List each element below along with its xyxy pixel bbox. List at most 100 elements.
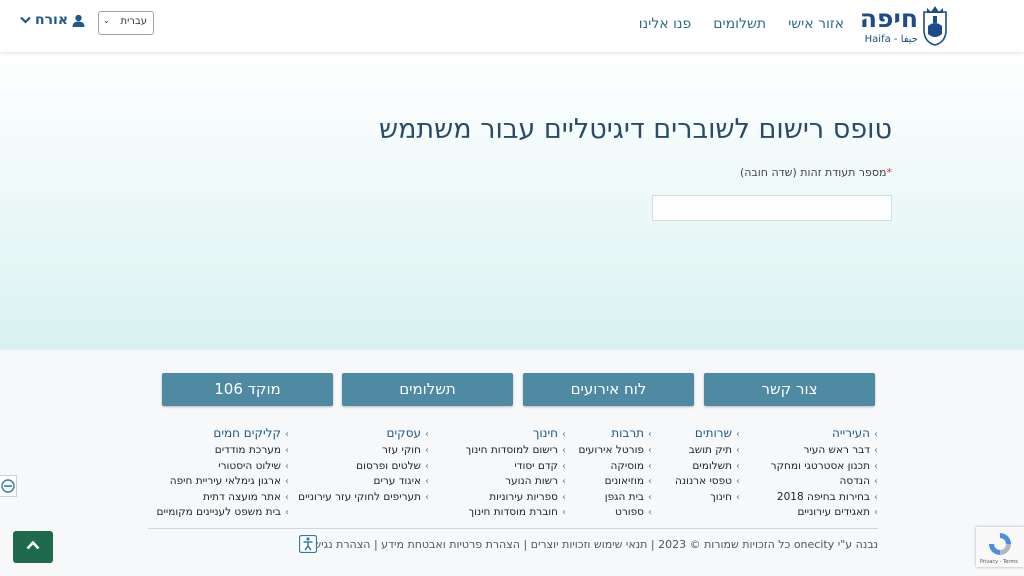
footer-link[interactable]: ›שילוט היסטורי xyxy=(157,459,289,475)
chevron-right-icon: › xyxy=(562,445,566,456)
accessibility-toolbar-toggle[interactable] xyxy=(0,475,17,497)
haifa-logo[interactable]: חיפה Haifa - حيفا xyxy=(856,4,948,48)
footer-heading[interactable]: ›העירייה xyxy=(771,426,878,440)
footer-link[interactable]: ›רשות הנוער xyxy=(466,474,566,490)
footer-column-culture: ›תרבות ›פורטל אירועים ›מוסיקה ›מוזיאונים… xyxy=(578,426,652,521)
footer-link[interactable]: ›שלטים ופרסום xyxy=(298,459,429,475)
footer-column-municipality: ›העירייה ›דבר ראש העיר ›תכנון אסטרטגי ומ… xyxy=(771,426,878,521)
chevron-right-icon: › xyxy=(285,460,289,472)
footer-link[interactable]: ›מערכת מודדים xyxy=(157,443,289,459)
chevron-right-icon: › xyxy=(285,491,289,503)
footer-link[interactable]: ›תכנון אסטרטגי ומחקר xyxy=(771,459,878,475)
accessibility-icon[interactable] xyxy=(299,535,317,553)
footer-link[interactable]: ›הנדסה xyxy=(771,474,878,490)
logo-subtitle: Haifa - حيفا xyxy=(864,34,918,45)
main-nav: אזור אישי תשלומים פנו אלינו xyxy=(639,16,844,32)
id-field-label-text: מספר תעודת זהות (שדה חובה) xyxy=(739,166,887,179)
chevron-right-icon: › xyxy=(562,491,566,503)
id-number-input[interactable] xyxy=(652,195,892,221)
footer-link[interactable]: ›איגוד ערים xyxy=(298,474,429,490)
chevron-right-icon: › xyxy=(736,491,740,503)
copyright-text: נבנה ע"י onecity כל הזכויות שמורות © 202… xyxy=(303,538,878,551)
nav-personal-area[interactable]: אזור אישי xyxy=(788,16,844,32)
footer-link[interactable]: ›קדם יסודי xyxy=(466,459,566,475)
hotline-106-button[interactable]: מוקד 106 xyxy=(162,373,333,406)
footer-column-business: ›עסקים ›חוקי עזר ›שלטים ופרסום ›איגוד ער… xyxy=(298,426,429,505)
required-mark: * xyxy=(886,166,893,179)
chevron-right-icon: › xyxy=(285,445,289,456)
footer-link[interactable]: ›בית הגפן xyxy=(578,490,652,506)
footer-heading[interactable]: ›קליקים חמים xyxy=(157,426,289,440)
chevron-down-icon: ⌄ xyxy=(103,16,110,25)
user-icon xyxy=(72,14,85,27)
footer-link[interactable]: ›חינוך xyxy=(675,490,740,506)
chevron-right-icon: › xyxy=(285,507,289,518)
chevron-right-icon: › xyxy=(874,476,878,487)
footer-link[interactable]: ›ארגון גימלאי עיריית חיפה xyxy=(157,474,289,490)
footer-link[interactable]: ›תעריפים לחוקי עזר עירוניים xyxy=(298,490,429,506)
chevron-right-icon: › xyxy=(874,460,878,472)
chevron-right-icon: › xyxy=(562,460,566,472)
chevron-right-icon: › xyxy=(285,476,289,487)
city-crest-icon xyxy=(923,6,947,46)
site-header: חיפה Haifa - حيفا אזור אישי תשלומים פנו … xyxy=(0,0,1024,52)
page-title: טופס רישום לשוברים דיגיטליים עבור משתמש xyxy=(378,114,892,145)
events-button[interactable]: לוח אירועים xyxy=(523,373,694,406)
chevron-right-icon: › xyxy=(736,476,740,487)
footer-link[interactable]: ›מוסיקה xyxy=(578,459,652,475)
footer-link[interactable]: ›ספריות עירוניות xyxy=(466,490,566,506)
id-field-label: *מספר תעודת זהות (שדה חובה) xyxy=(740,166,892,179)
chevron-right-icon: › xyxy=(874,429,878,440)
footer-link[interactable]: ›דבר ראש העיר xyxy=(771,443,879,459)
language-select[interactable]: עברית ⌄ xyxy=(98,11,154,35)
footer-heading[interactable]: ›שרותים xyxy=(675,426,740,440)
language-selected: עברית xyxy=(120,16,148,27)
footer-link[interactable]: ›טפסי ארנונה xyxy=(675,474,740,490)
chevron-right-icon: › xyxy=(648,429,652,440)
chevron-right-icon: › xyxy=(648,460,652,472)
footer-link[interactable]: ›תאגידים עירוניים xyxy=(771,505,878,521)
footer-link[interactable]: ›פורטל אירועים xyxy=(578,443,652,459)
footer-link[interactable]: ›חוקי עזר xyxy=(298,443,429,459)
chevron-right-icon: › xyxy=(736,460,740,472)
recaptcha-terms[interactable]: Privacy - Terms xyxy=(980,559,1018,565)
chevron-right-icon: › xyxy=(874,491,878,503)
chevron-right-icon: › xyxy=(562,507,566,518)
footer-link[interactable]: ›תיק תושב xyxy=(675,443,740,459)
chevron-right-icon: › xyxy=(648,476,652,487)
chevron-right-icon: › xyxy=(874,507,878,518)
chevron-right-icon: › xyxy=(425,491,429,503)
recaptcha-badge[interactable]: Privacy - Terms xyxy=(976,527,1024,567)
footer-heading[interactable]: ›תרבות xyxy=(578,426,652,440)
chevron-up-icon xyxy=(26,540,40,550)
nav-contact[interactable]: פנו אלינו xyxy=(639,16,691,32)
user-menu[interactable]: אורח xyxy=(20,12,85,28)
footer-link[interactable]: ›מוזיאונים xyxy=(578,474,652,490)
footer-link[interactable]: ›תשלומים xyxy=(675,459,740,475)
chevron-right-icon: › xyxy=(562,429,566,440)
footer-link[interactable]: ›בית משפט לעניינים מקומיים xyxy=(157,505,289,521)
footer-column-hot-clicks: ›קליקים חמים ›מערכת מודדים ›שילוט היסטור… xyxy=(157,426,289,521)
logo-hebrew-text: חיפה xyxy=(859,4,918,33)
footer-link[interactable]: ›אתר מועצה דתית xyxy=(157,490,289,506)
scroll-top-button[interactable] xyxy=(13,531,53,563)
contact-button[interactable]: צור קשר xyxy=(704,373,875,406)
user-label: אורח xyxy=(35,12,69,28)
footer-link[interactable]: ›בחירות בחיפה 2018 xyxy=(771,490,878,506)
footer-column-services: ›שרותים ›תיק תושב ›תשלומים ›טפסי ארנונה … xyxy=(675,426,740,505)
chevron-right-icon: › xyxy=(648,491,652,503)
chevron-right-icon: › xyxy=(736,445,740,456)
footer-link[interactable]: ›חוברת מוסדות חינוך xyxy=(466,505,566,521)
footer-heading[interactable]: ›עסקים xyxy=(298,426,429,440)
chevron-right-icon: › xyxy=(425,429,429,440)
footer-divider xyxy=(148,528,878,529)
nav-payments[interactable]: תשלומים xyxy=(713,16,766,32)
recaptcha-icon xyxy=(989,533,1011,555)
footer-link[interactable]: ›רישום למוסדות חינוך xyxy=(466,443,566,459)
footer-link[interactable]: ›ספורט xyxy=(578,505,652,521)
chevron-right-icon: › xyxy=(562,476,566,487)
chevron-right-icon: › xyxy=(425,460,429,472)
payments-button[interactable]: תשלומים xyxy=(342,373,513,406)
chevron-right-icon: › xyxy=(736,429,740,440)
footer-heading[interactable]: ›חינוך xyxy=(466,426,566,440)
